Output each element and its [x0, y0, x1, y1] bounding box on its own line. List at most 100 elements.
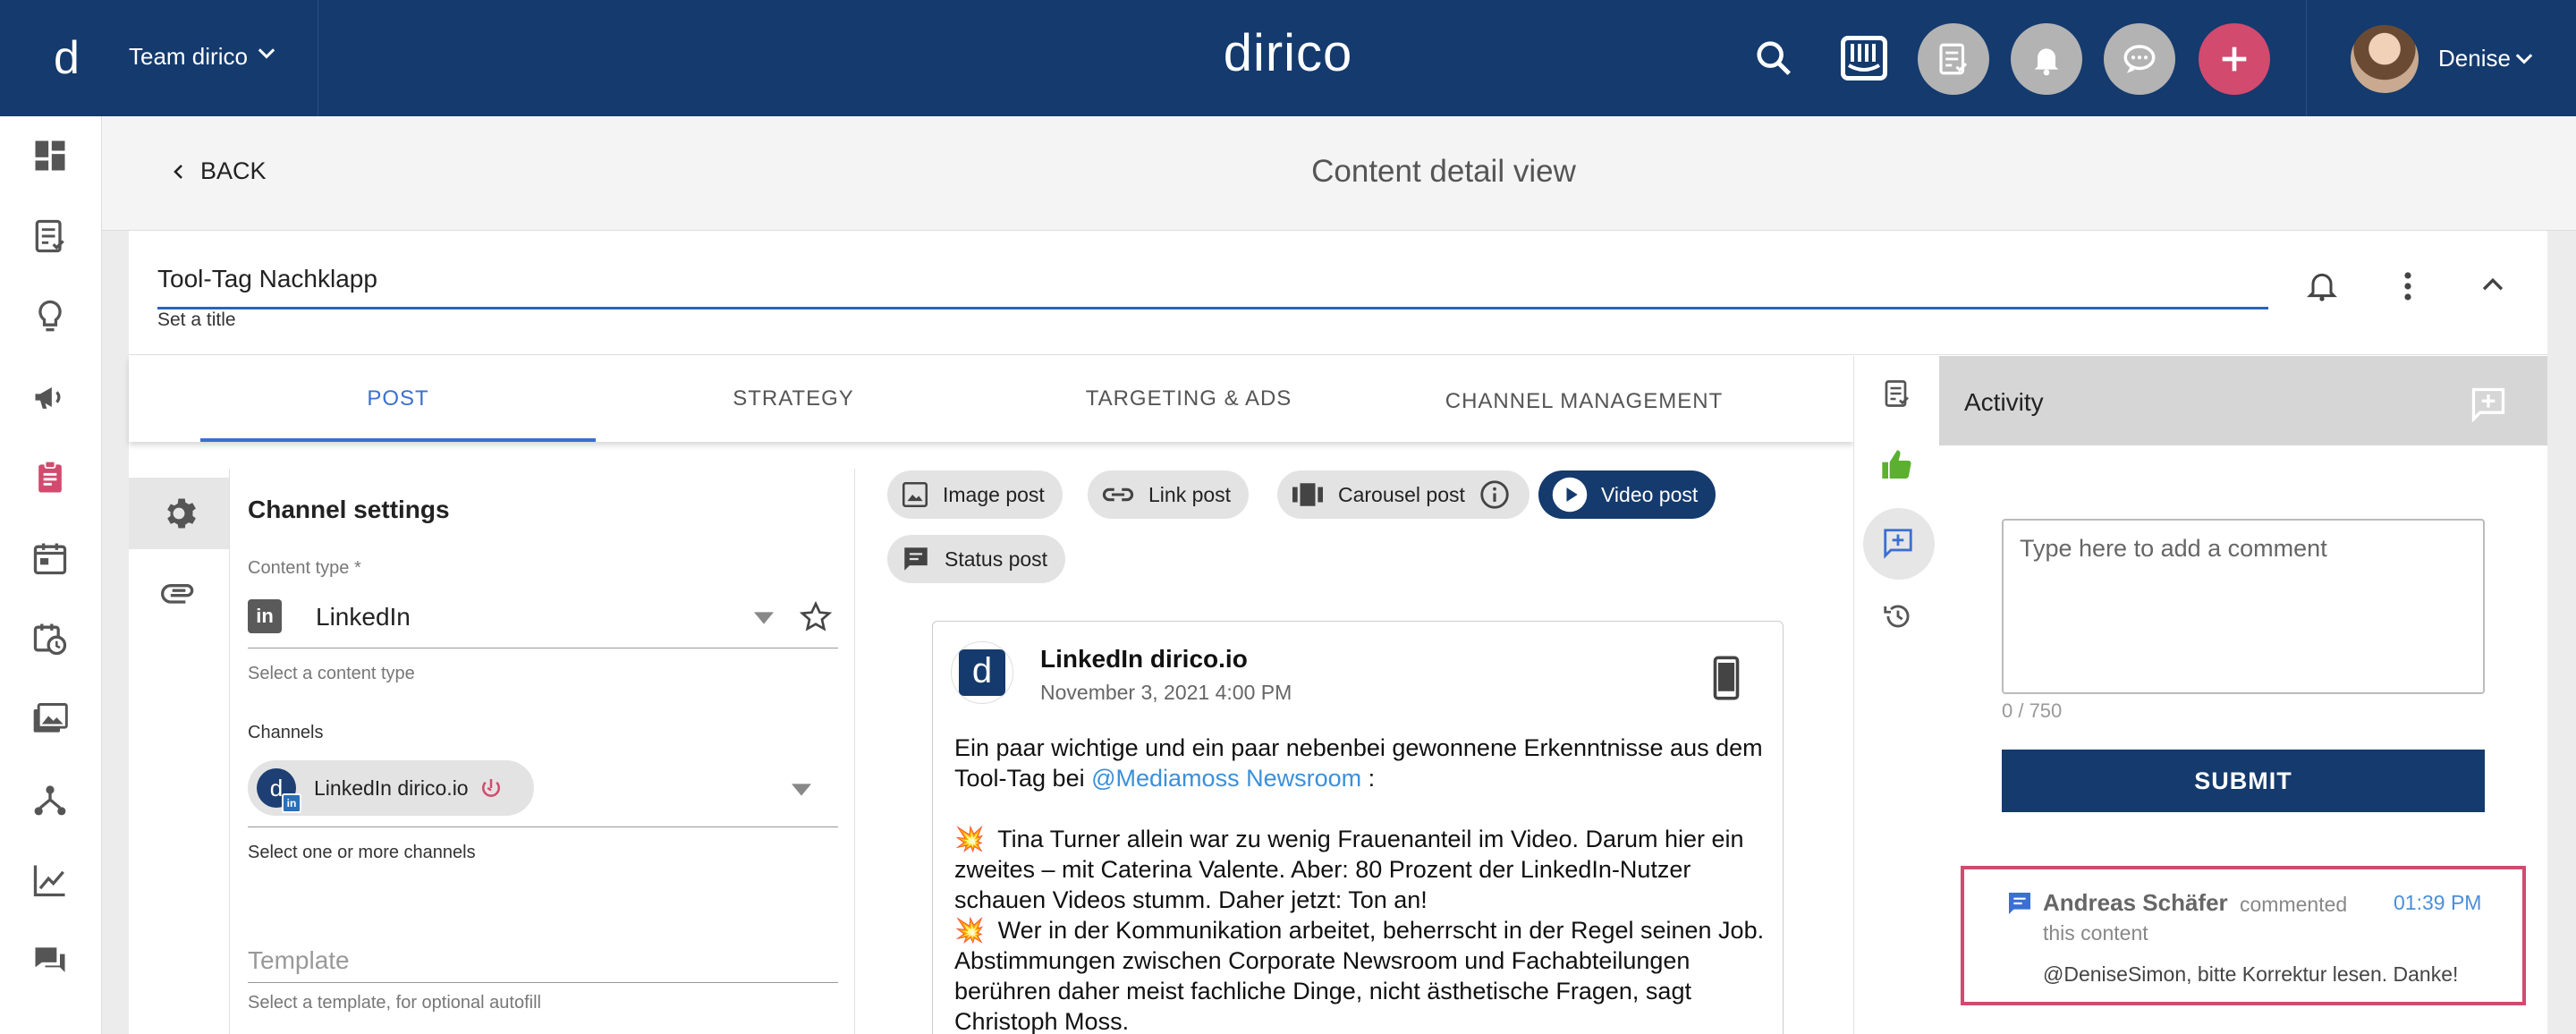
- tasks-button[interactable]: [1918, 23, 1989, 95]
- media-library-icon[interactable]: [30, 699, 70, 739]
- dashboard-icon[interactable]: [30, 136, 70, 175]
- notifications-button[interactable]: [2011, 23, 2082, 95]
- page-header: BACK Content detail view: [102, 116, 2576, 231]
- play-icon: [1552, 477, 1588, 513]
- post-point-1: Tina Turner allein war zu wenig Frauenan…: [954, 826, 1744, 913]
- image-post-button[interactable]: Image post: [887, 470, 1063, 519]
- gear-icon[interactable]: [159, 494, 199, 533]
- channel-chip[interactable]: d in LinkedIn dirico.io: [248, 760, 534, 816]
- linkedin-badge-icon: in: [282, 793, 301, 813]
- more-vertical-icon[interactable]: [2399, 270, 2417, 302]
- template-select[interactable]: Template: [248, 946, 350, 975]
- messages-icon[interactable]: [30, 941, 70, 980]
- page-title: Content detail view: [1311, 154, 1576, 189]
- account-name: LinkedIn dirico.io: [1040, 645, 1248, 673]
- channel-avatar: d in: [257, 768, 301, 813]
- status-icon: [904, 547, 928, 571]
- schedule-icon[interactable]: [30, 619, 70, 658]
- channels-label: Channels: [248, 723, 324, 742]
- back-button[interactable]: BACK: [168, 157, 267, 185]
- bell-icon[interactable]: [2304, 267, 2340, 304]
- inbox-icon[interactable]: [1841, 36, 1887, 81]
- history-icon[interactable]: [1881, 599, 1915, 633]
- tab-channel-management[interactable]: CHANNEL MANAGEMENT: [1386, 356, 1782, 442]
- create-button[interactable]: [2199, 23, 2270, 95]
- activity-log-item: Andreas Schäfer commented 01:39 PM this …: [1961, 866, 2526, 1005]
- divider: [2306, 0, 2307, 116]
- active-tab-indicator: [200, 438, 596, 442]
- add-comment-icon[interactable]: [1881, 526, 1915, 560]
- team-switcher[interactable]: d Team dirico: [0, 0, 318, 116]
- comment-icon: [2009, 893, 2030, 914]
- status-post-button[interactable]: Status post: [887, 535, 1066, 583]
- comment-author[interactable]: Andreas Schäfer: [2043, 889, 2228, 917]
- title-hint: Set a title: [157, 309, 236, 330]
- lightbulb-icon[interactable]: [30, 297, 70, 336]
- activity-header: Activity: [1939, 356, 2547, 445]
- tab-bar: POST STRATEGY TARGETING & ADS CHANNEL MA…: [129, 356, 1853, 442]
- content-type-select[interactable]: LinkedIn: [316, 603, 411, 631]
- chevron-up-icon[interactable]: [2478, 270, 2508, 301]
- mobile-preview-icon[interactable]: [1711, 656, 1741, 700]
- post-text[interactable]: Ein paar wichtige und ein paar nebenbei …: [954, 733, 1768, 1034]
- comment-input[interactable]: Type here to add a comment: [2002, 519, 2485, 694]
- comment-object: this content: [2043, 921, 2148, 945]
- user-name[interactable]: Denise: [2438, 45, 2511, 72]
- megaphone-icon[interactable]: [30, 377, 70, 417]
- star-icon[interactable]: [797, 599, 835, 635]
- video-post-label: Video post: [1601, 482, 1699, 506]
- chevron-down-icon[interactable]: [254, 41, 279, 66]
- comment-verb: commented: [2240, 893, 2348, 916]
- dropdown-arrow-icon[interactable]: [792, 784, 811, 796]
- template-hint: Select a template, for optional autofill: [248, 993, 541, 1013]
- checklist-icon[interactable]: [30, 216, 70, 256]
- submit-button[interactable]: SUBMIT: [2002, 750, 2485, 812]
- network-icon[interactable]: [30, 780, 70, 819]
- content-type-label: Content type *: [248, 558, 361, 578]
- add-comment-icon[interactable]: [2469, 385, 2508, 424]
- dropdown-arrow-icon[interactable]: [754, 612, 774, 624]
- checklist-icon: [1939, 43, 1968, 75]
- link-post-button[interactable]: Link post: [1088, 470, 1250, 519]
- thumbs-up-icon[interactable]: [1879, 447, 1915, 483]
- carousel-post-button[interactable]: Carousel post: [1277, 470, 1530, 519]
- info-icon[interactable]: [1478, 478, 1512, 512]
- analytics-icon[interactable]: [30, 860, 70, 900]
- clipboard-icon[interactable]: [30, 458, 70, 497]
- team-label[interactable]: Team dirico: [129, 43, 248, 71]
- top-bar: d Team dirico dirico Denise: [0, 0, 2576, 116]
- plus-icon: [2222, 47, 2247, 72]
- mention-link[interactable]: @Mediamoss Newsroom: [1091, 765, 1361, 792]
- image-post-label: Image post: [943, 482, 1045, 506]
- chat-button[interactable]: [2104, 23, 2175, 95]
- post-preview: d LinkedIn dirico.io November 3, 2021 4:…: [932, 621, 1784, 1034]
- carousel-post-label: Carousel post: [1338, 482, 1465, 506]
- post-intro-end: :: [1368, 765, 1376, 792]
- link-icon: [1102, 487, 1134, 502]
- divider: [129, 354, 2547, 355]
- detail-rail: [1853, 356, 1939, 1034]
- channel-chip-label: LinkedIn dirico.io: [314, 776, 469, 800]
- divider: [248, 982, 838, 983]
- calendar-icon[interactable]: [30, 538, 70, 578]
- link-post-label: Link post: [1148, 482, 1232, 506]
- tab-strategy[interactable]: STRATEGY: [596, 356, 991, 442]
- content-type-hint: Select a content type: [248, 664, 415, 683]
- brand-wordmark: dirico: [1223, 24, 1353, 82]
- divider: [248, 826, 838, 827]
- title-input[interactable]: Tool-Tag Nachklapp: [157, 258, 2268, 309]
- back-label: BACK: [200, 157, 267, 184]
- attachment-icon[interactable]: [159, 572, 199, 612]
- chevron-down-icon[interactable]: [2512, 47, 2537, 72]
- search-icon[interactable]: [1753, 38, 1794, 79]
- tab-post[interactable]: POST: [200, 356, 596, 442]
- channel-settings-panel: Channel settings Content type * in Linke…: [229, 469, 855, 1034]
- avatar[interactable]: [2351, 25, 2419, 93]
- video-post-button[interactable]: Video post: [1538, 470, 1716, 519]
- channels-hint: Select one or more channels: [248, 843, 476, 862]
- checklist-icon[interactable]: [1881, 377, 1913, 410]
- carousel-icon: [1292, 483, 1323, 506]
- activity-panel: Activity Type here to add a comment 0 / …: [1939, 356, 2547, 1034]
- tab-targeting-ads[interactable]: TARGETING & ADS: [991, 356, 1386, 442]
- remove-channel-icon[interactable]: [478, 775, 504, 801]
